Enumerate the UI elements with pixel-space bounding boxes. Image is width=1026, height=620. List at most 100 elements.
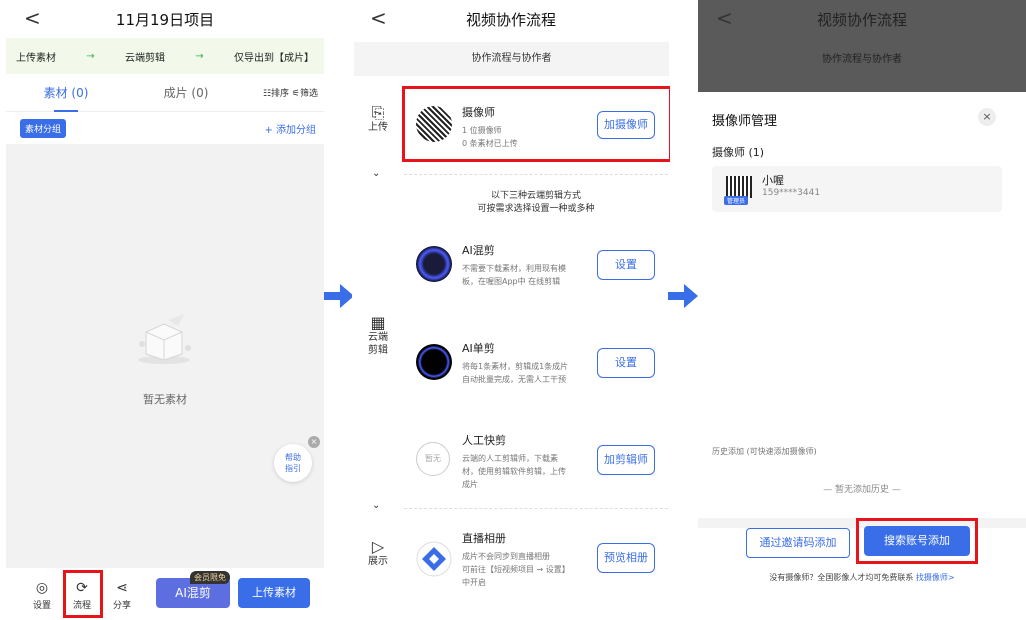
ai-mix-title: AI混剪	[462, 244, 495, 257]
person-name: 小喔	[762, 174, 784, 187]
flow-step-export: 仅导出到【成片】	[233, 52, 314, 64]
side-show: ▷ 展示	[364, 539, 392, 568]
side-show-label: 展示	[368, 556, 388, 567]
close-icon[interactable]: ×	[308, 436, 320, 448]
filter-button[interactable]: ⚟筛选	[292, 89, 318, 99]
edit-intro-line1: 以下三种云端剪辑方式	[490, 191, 581, 201]
dimmed-background: < 视频协作流程 协作流程与协作者	[698, 0, 1026, 92]
share-label: 分享	[112, 601, 131, 611]
side-upload: ⎘ 上传	[364, 103, 392, 134]
sort-filter: ☷排序 ⚟筛选	[263, 86, 318, 99]
arrow-icon: →	[86, 50, 95, 62]
divider	[404, 174, 668, 175]
help-guide-button[interactable]: 帮助 指引	[274, 444, 312, 482]
qr-avatar	[416, 106, 452, 142]
guide-label: 指引	[285, 464, 301, 473]
back-icon[interactable]: <	[370, 8, 387, 28]
side-cloud: ▦ 云端 剪辑	[364, 313, 392, 357]
gear-icon: ◎	[35, 580, 49, 596]
manual-card: 人工快剪 云端的人工剪辑师，下载素 材，使用剪辑软件剪辑，上传 成片	[462, 432, 592, 491]
camera-uploaded: 0 条素材已上传	[462, 139, 518, 148]
group-row: 素材分组 + 添加分组	[6, 112, 324, 144]
manual-title: 人工快剪	[462, 434, 506, 447]
tab-film[interactable]: 成片 (0)	[126, 84, 246, 101]
empty-box-icon	[138, 314, 191, 364]
camera-card: 摄像师 1 位摄像师 0 条素材已上传	[462, 104, 582, 150]
settings-button[interactable]: ◎ 设置	[27, 580, 57, 611]
qr-avatar	[726, 176, 752, 198]
live-title: 直播相册	[462, 532, 506, 545]
arrow-right-icon	[668, 284, 698, 308]
edit-intro-line2: 可按需求选择设置一种或多种	[477, 204, 595, 214]
back-icon[interactable]: <	[24, 8, 41, 28]
back-icon[interactable]: <	[716, 8, 733, 28]
camera-manage-panel: < 视频协作流程 协作流程与协作者 摄像师管理 × 摄像师 (1) 管理员 小喔…	[698, 0, 1026, 620]
edit-intro: 以下三种云端剪辑方式 可按需求选择设置一种或多种	[404, 190, 668, 216]
no-history-text: — 暂无添加历史 —	[823, 485, 901, 495]
side-cloud-label-1: 云端	[368, 332, 388, 343]
arrow-right-icon	[324, 284, 354, 308]
manual-desc-2: 材，使用剪辑软件剪辑，上传	[462, 467, 566, 476]
page-title: 11月19日项目	[115, 10, 215, 29]
camera-count: 摄像师 (1)	[712, 146, 765, 159]
add-group-button[interactable]: + 添加分组	[264, 121, 316, 136]
material-group-chip[interactable]: 素材分组	[20, 118, 67, 138]
flow-panel: < 视频协作流程 协作流程与协作者 ⎘ 上传 ⌄ 摄像师 1 位摄像师 0 条素…	[352, 0, 670, 620]
invite-code-button[interactable]: 通过邀请码添加	[746, 528, 850, 558]
flow-subheader: 协作流程与协作者	[354, 42, 669, 76]
preview-album-button[interactable]: 预览相册	[597, 543, 655, 573]
ai-single-settings-button[interactable]: 设置	[597, 348, 655, 378]
ai-single-desc-1: 将每1条素材，剪辑成1条成片	[462, 362, 569, 371]
project-panel: < 11月19日项目 上传素材 → 云端剪辑 → 仅导出到【成片】 素材 (0)…	[0, 0, 324, 620]
ai-mix-settings-button[interactable]: 设置	[597, 250, 655, 280]
history-label: 历史添加 (可快速添加摄像师)	[712, 447, 817, 456]
highlight-search	[856, 518, 978, 564]
add-camera-button[interactable]: 加摄像师	[597, 111, 655, 139]
ai-single-icon	[416, 344, 452, 380]
upload-material-button[interactable]: 上传素材	[238, 578, 310, 608]
manual-desc-3: 成片	[462, 480, 478, 489]
camera-person-row[interactable]: 管理员 小喔 159****3441	[712, 166, 1002, 212]
camera-manage-sheet: 摄像师管理 × 摄像师 (1) 管理员 小喔 159****3441 历史添加 …	[698, 92, 1026, 620]
ai-mix-card: AI混剪 不需要下载素材，利用现有模 板，在喔图App中 在线剪辑	[462, 242, 592, 288]
dim-subheader: 协作流程与协作者	[822, 54, 902, 65]
chevron-down-icon: ⌄	[372, 500, 381, 511]
person-phone: 159****3441	[762, 188, 821, 198]
flow-step-upload: 上传素材	[16, 52, 56, 64]
divider	[404, 508, 668, 509]
camera-icon: ⎘	[371, 103, 385, 122]
help-label: 帮助	[285, 453, 301, 462]
side-upload-label: 上传	[368, 122, 388, 133]
find-camera-link[interactable]: 找摄像师>	[916, 573, 955, 582]
manual-desc-1: 云端的人工剪辑师，下载素	[462, 454, 558, 463]
add-editor-button[interactable]: 加剪辑师	[597, 445, 655, 475]
dim-title: 视频协作流程	[816, 10, 907, 29]
ai-single-desc-2: 自动批量完成，无需人工干预	[462, 375, 566, 384]
live-desc-3: 中开启	[462, 578, 486, 587]
manual-avatar: 暂无	[416, 442, 450, 476]
empty-text: 暂无素材	[143, 393, 187, 406]
ai-mix-icon	[416, 246, 452, 282]
share-button[interactable]: ⋖ 分享	[107, 580, 137, 611]
tab-material[interactable]: 素材 (0)	[6, 84, 126, 112]
ai-single-card: AI单剪 将每1条素材，剪辑成1条成片 自动批量完成，无需人工干预	[462, 340, 592, 386]
live-album-icon	[416, 541, 452, 577]
side-cloud-label-2: 剪辑	[368, 345, 388, 356]
vip-badge: 会员限免	[190, 571, 230, 584]
sort-button[interactable]: ☷排序	[263, 89, 289, 99]
dim-header: < 视频协作流程	[698, 0, 1026, 38]
flow-steps: 上传素材 → 云端剪辑 → 仅导出到【成片】	[6, 38, 324, 74]
footer-text: 没有摄像师？全国影像人才均可免费联系 找摄像师>	[698, 572, 1026, 583]
camera-title: 摄像师	[462, 106, 495, 119]
project-header: < 11月19日项目	[6, 0, 324, 38]
sheet-title: 摄像师管理	[712, 114, 778, 129]
admin-badge: 管理员	[724, 196, 749, 205]
flow-title: 视频协作流程	[465, 10, 556, 29]
film-icon: ▦	[370, 313, 386, 332]
live-desc-2: 可前往【短视频项目 → 设置】	[462, 565, 570, 574]
ai-single-title: AI单剪	[462, 342, 495, 355]
close-icon[interactable]: ×	[978, 108, 996, 126]
settings-label: 设置	[32, 601, 51, 611]
tab-bar: 素材 (0) 成片 (0) ☷排序 ⚟筛选	[6, 74, 324, 112]
live-card: 直播相册 成片不会同步到直播相册 可前往【短视频项目 → 设置】 中开启	[462, 530, 602, 589]
